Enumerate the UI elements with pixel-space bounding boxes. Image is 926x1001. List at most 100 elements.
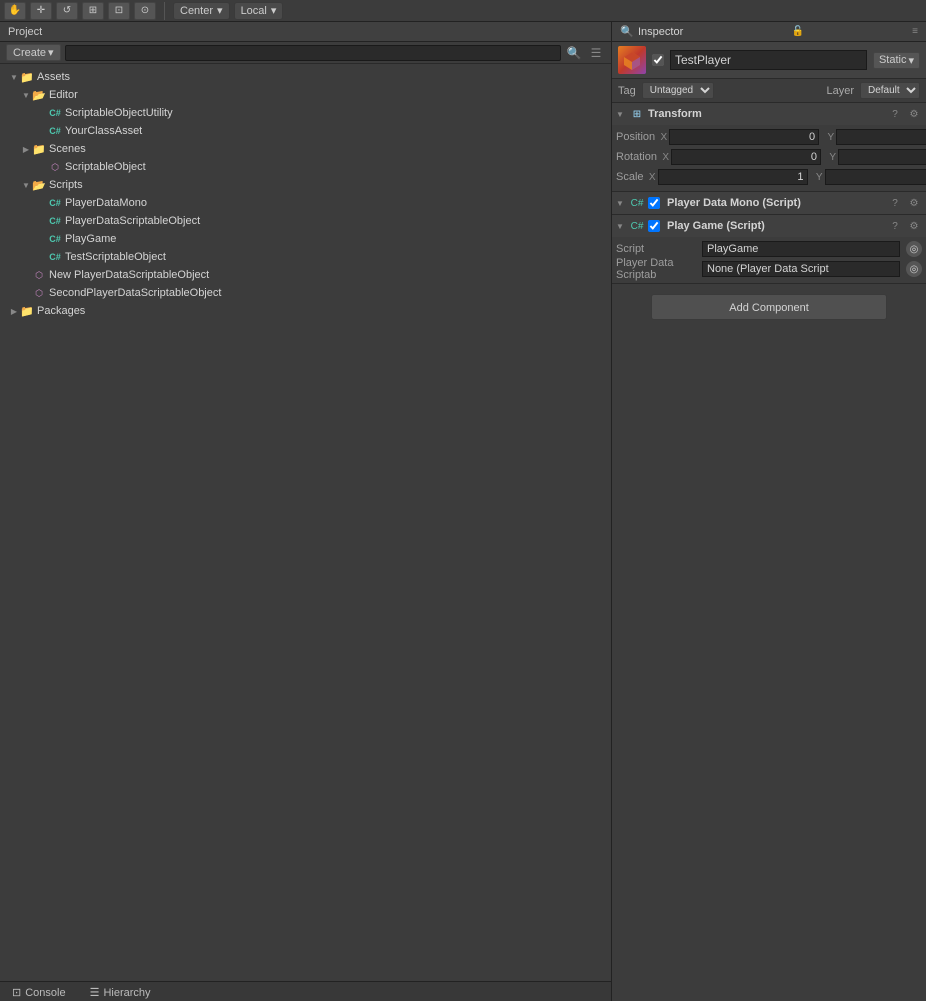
pg-player-data-value-text: None (Player Data Script xyxy=(707,263,829,275)
scripts-label: Scripts xyxy=(49,179,83,191)
play-game-component: ▼ C# Play Game (Script) ? ⚙ Script PlayG… xyxy=(612,215,926,284)
player-data-mono-component: ▼ C# Player Data Mono (Script) ? ⚙ xyxy=(612,192,926,215)
rotation-x-input[interactable] xyxy=(671,149,821,165)
toolbar-transform-btn[interactable]: ⊙ xyxy=(134,2,156,20)
tree-item-editor[interactable]: ▼ 📂 Editor xyxy=(0,86,611,104)
tree-item-spd[interactable]: ⬡ SecondPlayerDataScriptableObject xyxy=(0,284,611,302)
transform-help-btn[interactable]: ? xyxy=(887,106,903,122)
rotation-y-input[interactable] xyxy=(838,149,926,165)
toolbar-rotate-btn[interactable]: ↺ xyxy=(56,2,78,20)
player-data-mono-header[interactable]: ▼ C# Player Data Mono (Script) ? ⚙ xyxy=(612,192,926,214)
position-label: Position xyxy=(616,131,655,143)
position-axis-group: X Y Z xyxy=(655,129,926,145)
create-button[interactable]: Create ▾ xyxy=(6,44,61,61)
tree-item-npd[interactable]: ⬡ New PlayerDataScriptableObject xyxy=(0,266,611,284)
pg-comp-options: ? ⚙ xyxy=(887,218,922,234)
scale-x-input[interactable] xyxy=(658,169,808,185)
center-chevron-icon: ▾ xyxy=(217,4,223,17)
tso-script-icon: C# xyxy=(48,250,62,264)
gameobject-name-input[interactable] xyxy=(670,50,867,70)
pg-player-data-picker-btn[interactable]: ◎ xyxy=(906,261,922,277)
transform-settings-btn[interactable]: ⚙ xyxy=(906,106,922,122)
add-component-label: Add Component xyxy=(729,302,809,314)
tree-item-pdm[interactable]: C# PlayerDataMono xyxy=(0,194,611,212)
scale-label: Scale xyxy=(616,171,644,183)
pg-script-picker-btn[interactable]: ◎ xyxy=(906,241,922,257)
position-x-axis: X xyxy=(655,129,819,145)
toolbar-scale-btn[interactable]: ⊞ xyxy=(82,2,104,20)
pdm-arrow-icon xyxy=(36,197,48,209)
npd-label: New PlayerDataScriptableObject xyxy=(49,269,209,281)
bottom-tabs: ⊡ Console ☰ Hierarchy xyxy=(0,981,611,1001)
tso-label: TestScriptableObject xyxy=(65,251,166,263)
pdm-settings-btn[interactable]: ⚙ xyxy=(906,195,922,211)
rotation-row: Rotation X Y Z xyxy=(616,148,922,166)
tree-item-sou[interactable]: C# ScriptableObjectUtility xyxy=(0,104,611,122)
lock-icon[interactable]: 🔓 xyxy=(791,26,803,37)
tree-item-packages[interactable]: ▶ 📁 Packages xyxy=(0,302,611,320)
rotation-label: Rotation xyxy=(616,151,657,163)
scale-y-input[interactable] xyxy=(825,169,926,185)
pdm-comp-checkbox[interactable] xyxy=(648,197,660,209)
inspector-panel: 🔍 Inspector 🔓 ≡ Static ▾ xyxy=(612,22,926,1001)
packages-arrow-icon: ▶ xyxy=(8,305,20,317)
tree-item-pg[interactable]: C# PlayGame xyxy=(0,230,611,248)
search-icon[interactable]: 🔍 xyxy=(565,44,583,62)
search-input[interactable] xyxy=(65,45,561,61)
transform-icon: ⊞ xyxy=(630,107,644,121)
pdso-script-icon: C# xyxy=(48,214,62,228)
pg-comp-title: Play Game (Script) xyxy=(667,220,883,232)
tree-item-yca[interactable]: C# YourClassAsset xyxy=(0,122,611,140)
sou-script-icon: C# xyxy=(48,106,62,120)
pg-player-data-label: Player Data Scriptab xyxy=(616,257,696,281)
rotation-y-label: Y xyxy=(824,152,836,163)
transform-component: ▼ ⊞ Transform ? ⚙ Position X xyxy=(612,103,926,192)
position-x-input[interactable] xyxy=(669,129,819,145)
local-chevron-icon: ▾ xyxy=(271,4,277,17)
yca-label: YourClassAsset xyxy=(65,125,142,137)
filter-icon[interactable]: ☰ xyxy=(587,44,605,62)
tree-item-assets[interactable]: ▼ 📁 Assets xyxy=(0,68,611,86)
pdm-help-btn[interactable]: ? xyxy=(887,195,903,211)
tree-item-scripts[interactable]: ▼ 📂 Scripts xyxy=(0,176,611,194)
add-component-button[interactable]: Add Component xyxy=(651,294,887,320)
toolbar-local-group[interactable]: Local ▾ xyxy=(234,2,284,20)
pg-script-value: PlayGame xyxy=(702,241,900,257)
editor-arrow-icon: ▼ xyxy=(20,89,32,101)
tab-hierarchy[interactable]: ☰ Hierarchy xyxy=(78,983,163,1001)
gameobject-active-checkbox[interactable] xyxy=(652,54,664,66)
play-game-header[interactable]: ▼ C# Play Game (Script) ? ⚙ xyxy=(612,215,926,237)
tag-select[interactable]: Untagged xyxy=(642,82,714,99)
project-toolbar: Create ▾ 🔍 ☰ xyxy=(0,42,611,64)
transform-header[interactable]: ▼ ⊞ Transform ? ⚙ xyxy=(612,103,926,125)
pg-help-btn[interactable]: ? xyxy=(887,218,903,234)
pg-settings-btn[interactable]: ⚙ xyxy=(906,218,922,234)
layer-select[interactable]: Default xyxy=(860,82,920,99)
tree-item-pdso[interactable]: C# PlayerDataScriptableObject xyxy=(0,212,611,230)
position-y-input[interactable] xyxy=(836,129,926,145)
toolbar-center-group[interactable]: Center ▾ xyxy=(173,2,230,20)
tree-item-scenes[interactable]: ▶ 📁 Scenes xyxy=(0,140,611,158)
yca-script-icon: C# xyxy=(48,124,62,138)
create-label: Create xyxy=(13,47,46,59)
gameobject-cube-icon xyxy=(618,46,646,74)
tree-item-tso[interactable]: C# TestScriptableObject xyxy=(0,248,611,266)
toolbar-hand-btn[interactable]: ✋ xyxy=(4,2,26,20)
pg-comp-checkbox[interactable] xyxy=(648,220,660,232)
static-badge[interactable]: Static ▾ xyxy=(873,52,920,69)
inspector-menu-icon[interactable]: ≡ xyxy=(912,26,918,37)
scale-x-axis: X xyxy=(644,169,808,185)
tab-console[interactable]: ⊡ Console xyxy=(0,983,78,1001)
spd-label: SecondPlayerDataScriptableObject xyxy=(49,287,221,299)
toolbar-move-btn[interactable]: ✛ xyxy=(30,2,52,20)
so-asset-icon: ⬡ xyxy=(48,160,62,174)
play-game-fields: Script PlayGame ◎ Player Data Scriptab N… xyxy=(612,237,926,283)
tree-item-so-asset[interactable]: ⬡ ScriptableObject xyxy=(0,158,611,176)
transform-arrow-icon: ▼ xyxy=(616,110,626,119)
inspector-title: Inspector xyxy=(638,26,683,38)
assets-label: Assets xyxy=(37,71,70,83)
static-label: Static xyxy=(879,54,907,66)
toolbar-rect-btn[interactable]: ⊡ xyxy=(108,2,130,20)
sou-arrow-icon xyxy=(36,107,48,119)
editor-label: Editor xyxy=(49,89,78,101)
